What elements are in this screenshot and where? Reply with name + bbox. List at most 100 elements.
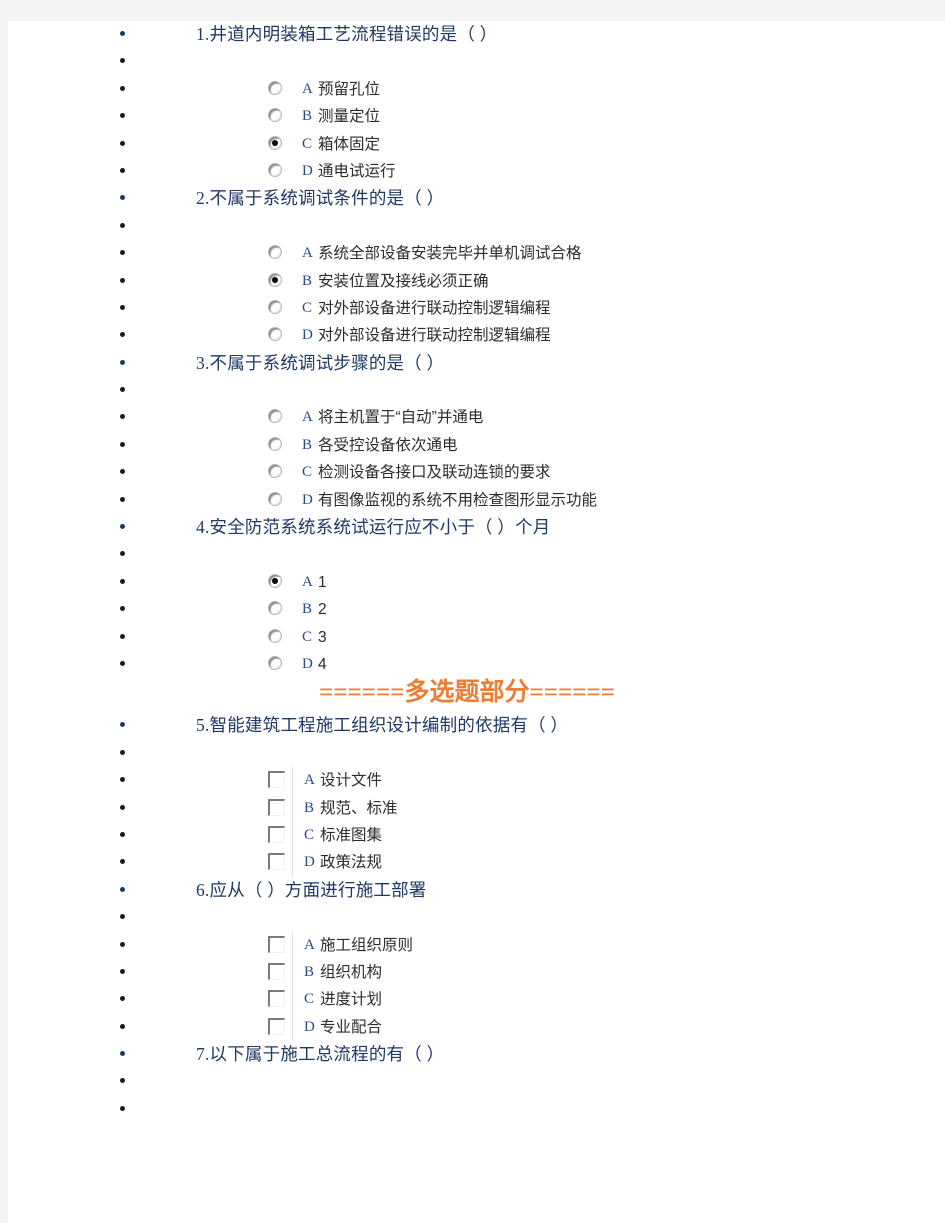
option-row[interactable]: A 设计文件 [8, 767, 945, 795]
option-radio[interactable] [268, 162, 282, 177]
option-row[interactable]: A 施工组织原则 [8, 931, 945, 959]
option-text: 有图像监视的系统不用检查图形显示功能 [318, 491, 598, 509]
option-letter: D [304, 854, 315, 871]
list-bullet [120, 387, 125, 393]
option-row[interactable]: D 通电试运行 [8, 158, 945, 185]
option-row[interactable]: B 安装位置及接线必须正确 [8, 268, 945, 295]
option-row[interactable]: C 检测设备各接口及联动连锁的要求 [8, 459, 945, 486]
option-radio[interactable] [268, 80, 282, 95]
option-letter: D [304, 1018, 315, 1035]
option-divider [292, 821, 293, 850]
list-bullet [120, 469, 125, 475]
question-label: 不属于系统调试条件的是（ ） [209, 188, 445, 209]
option-radio[interactable] [268, 436, 282, 451]
list-row [8, 904, 945, 931]
option-row[interactable]: C3 [8, 624, 945, 651]
option-letter: D [302, 491, 313, 508]
question-text: 3.不属于系统调试步骤的是（ ） [196, 350, 444, 377]
question-text: 7.以下属于施工总流程的有（ ） [196, 1041, 444, 1068]
option-row[interactable]: A 将主机置于“自动”并通电 [8, 404, 945, 431]
option-checkbox[interactable] [268, 935, 285, 953]
option-row[interactable]: C 对外部设备进行联动控制逻辑编程 [8, 295, 945, 322]
option-radio[interactable] [268, 601, 282, 616]
list-bullet [120, 222, 125, 228]
option-text: 施工组织原则 [320, 936, 414, 954]
option-row[interactable]: B 各受控设备依次通电 [8, 432, 945, 459]
list-bullet [120, 113, 125, 119]
option-radio[interactable] [268, 108, 282, 123]
option-letter: B [304, 963, 315, 980]
list-bullet [120, 85, 125, 91]
list-bullet [120, 304, 125, 310]
list-bullet [120, 996, 125, 1002]
option-radio[interactable] [268, 409, 282, 424]
option-checkbox[interactable] [268, 990, 285, 1008]
option-radio[interactable] [268, 491, 282, 506]
option-checkbox[interactable] [268, 853, 285, 871]
option-row[interactable]: B 测量定位 [8, 103, 945, 130]
option-radio[interactable] [268, 628, 282, 643]
option-radio[interactable] [268, 299, 282, 314]
option-row[interactable]: C 箱体固定 [8, 131, 945, 158]
list-bullet [120, 496, 125, 502]
option-row[interactable]: C 标准图集 [8, 821, 945, 850]
option-letter: C [302, 628, 313, 645]
option-text: 4 [318, 655, 327, 673]
option-text: 检测设备各接口及联动连锁的要求 [318, 464, 551, 482]
list-row [8, 377, 945, 404]
option-text: 设计文件 [320, 772, 383, 790]
option-divider [292, 931, 293, 959]
option-letter: B [304, 799, 315, 816]
option-letter: C [302, 299, 313, 316]
list-bullet [120, 167, 125, 173]
option-checkbox[interactable] [268, 1017, 285, 1035]
option-radio[interactable] [268, 135, 282, 150]
option-row[interactable]: A1 [8, 569, 945, 596]
question-label: 不属于系统调试步骤的是（ ） [209, 352, 445, 373]
option-row[interactable]: A 系统全部设备安装完毕并单机调试合格 [8, 240, 945, 267]
section-header-text: ======多选题部分====== [319, 679, 615, 707]
option-row[interactable]: D 有图像监视的系统不用检查图形显示功能 [8, 487, 945, 514]
list-bullet [120, 722, 125, 728]
list-bullet [120, 968, 125, 974]
option-radio[interactable] [268, 327, 282, 342]
question-row: 3.不属于系统调试步骤的是（ ） [8, 350, 945, 377]
option-text: 系统全部设备安装完毕并单机调试合格 [318, 245, 582, 263]
option-checkbox[interactable] [268, 798, 285, 816]
option-letter: A [302, 409, 313, 426]
option-letter: C [302, 464, 313, 481]
option-text: 规范、标准 [320, 799, 398, 817]
option-row[interactable]: B 规范、标准 [8, 794, 945, 822]
option-row[interactable]: B2 [8, 596, 945, 623]
option-radio[interactable] [268, 464, 282, 479]
option-radio[interactable] [268, 655, 282, 670]
option-row[interactable]: C 进度计划 [8, 986, 945, 1014]
option-row[interactable]: D4 [8, 651, 945, 678]
list-bullet [120, 359, 125, 365]
option-text: 标准图集 [320, 826, 383, 844]
option-radio[interactable] [268, 245, 282, 260]
option-row[interactable]: A 预留孔位 [8, 76, 945, 103]
option-text: 1 [318, 573, 327, 591]
radio-dot [272, 139, 278, 146]
question-number: 6. [196, 879, 210, 900]
list-bullet [120, 633, 125, 639]
option-checkbox[interactable] [268, 771, 285, 789]
question-label: 以下属于施工总流程的有（ ） [209, 1044, 445, 1065]
option-text: 预留孔位 [318, 80, 381, 98]
option-text: 将主机置于“自动”并通电 [318, 409, 484, 427]
option-letter: D [302, 327, 313, 344]
option-row[interactable]: D 政策法规 [8, 849, 945, 877]
document-page: 1.井道内明装箱工艺流程错误的是（ ） A 预留孔位 B 测量定位 C 箱体固定 D 通电试运行… [8, 21, 945, 1223]
option-radio[interactable] [268, 573, 282, 588]
option-row[interactable]: D 专业配合 [8, 1013, 945, 1042]
option-letter: B [302, 272, 313, 289]
option-row[interactable]: B 组织机构 [8, 958, 945, 987]
option-row[interactable]: D 对外部设备进行联动控制逻辑编程 [8, 322, 945, 349]
question-text: 6.应从（ ）方面进行施工部署 [196, 877, 427, 904]
option-radio[interactable] [268, 272, 282, 287]
option-checkbox[interactable] [268, 962, 285, 980]
option-checkbox[interactable] [268, 825, 285, 843]
question-number: 1. [196, 24, 210, 44]
option-text: 政策法规 [320, 854, 383, 872]
